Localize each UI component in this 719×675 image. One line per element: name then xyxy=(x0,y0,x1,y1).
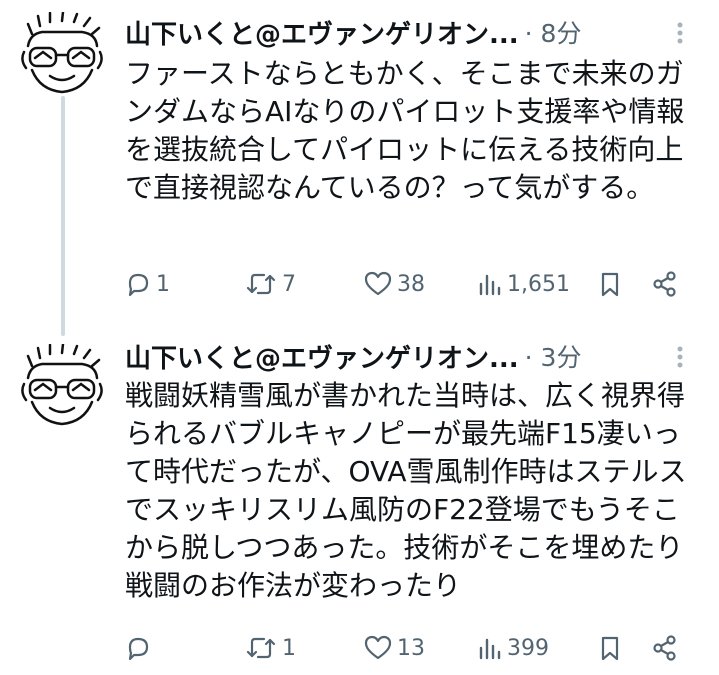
more-icon xyxy=(677,22,683,44)
tweet-2[interactable]: 山下いくと@エヴァンゲリオン... · 3分 戦闘妖精雪風が書かれた当時は、広く… xyxy=(0,330,719,675)
tweet-header: 山下いくと@エヴァンゲリオン... · 8分 xyxy=(125,12,699,52)
retweet-count: 1 xyxy=(282,635,296,661)
tweet-actions: 1 13 399 xyxy=(120,630,700,666)
reply-icon xyxy=(128,637,149,661)
reply-icon xyxy=(128,273,149,297)
views-count: 399 xyxy=(507,635,549,661)
retweet-button[interactable]: 7 xyxy=(244,266,296,302)
retweet-icon xyxy=(246,273,276,295)
author-name[interactable]: 山下いくと@エヴァンゲリオン... xyxy=(125,14,519,51)
like-icon xyxy=(364,271,392,296)
author-avatar[interactable] xyxy=(20,342,104,428)
views-icon xyxy=(479,274,501,296)
tweet-header: 山下いくと@エヴァンゲリオン... · 3分 xyxy=(125,336,699,376)
views-count: 1,651 xyxy=(507,271,570,297)
tweet-1[interactable]: 山下いくと@エヴァンゲリオン... · 8分 ファーストならともかく、そこまで未… xyxy=(0,0,719,330)
reply-button[interactable] xyxy=(124,630,156,666)
more-options-button[interactable] xyxy=(665,18,695,48)
more-options-button[interactable] xyxy=(665,342,695,372)
like-count: 13 xyxy=(397,635,425,661)
share-icon xyxy=(653,635,676,661)
share-button[interactable] xyxy=(650,630,680,666)
tweet-timestamp[interactable]: · 3分 xyxy=(525,338,582,374)
reply-count: 1 xyxy=(156,271,170,297)
like-button[interactable]: 13 xyxy=(363,630,425,666)
reply-button[interactable]: 1 xyxy=(124,266,170,302)
tweet-text: ファーストならともかく、そこまで未来のガンダムならAIなりのパイロット支援率や情… xyxy=(125,57,685,204)
views-icon xyxy=(479,638,501,660)
tweet-text: 戦闘妖精雪風が書かれた当時は、広く視界得られるバブルキャノピーが最先端F15凄い… xyxy=(125,379,687,602)
like-button[interactable]: 38 xyxy=(363,266,425,302)
views-button[interactable]: 1,651 xyxy=(477,266,570,302)
avatar-cartoon-face-icon xyxy=(21,10,103,94)
tweet-timestamp[interactable]: · 8分 xyxy=(525,14,582,50)
avatar-cartoon-face-icon xyxy=(21,342,103,426)
bookmark-icon xyxy=(601,272,619,297)
author-name[interactable]: 山下いくと@エヴァンゲリオン... xyxy=(125,338,519,375)
share-button[interactable] xyxy=(650,266,680,302)
like-icon xyxy=(364,635,392,660)
like-count: 38 xyxy=(397,271,425,297)
views-button[interactable]: 399 xyxy=(477,630,549,666)
retweet-button[interactable]: 1 xyxy=(244,630,296,666)
bookmark-button[interactable] xyxy=(596,630,624,666)
tweet-actions: 1 7 38 1,651 xyxy=(120,266,700,302)
more-icon xyxy=(677,346,683,368)
bookmark-icon xyxy=(601,636,619,661)
retweet-count: 7 xyxy=(282,271,296,297)
retweet-icon xyxy=(246,637,276,659)
share-icon xyxy=(653,271,676,297)
author-avatar[interactable] xyxy=(20,10,104,96)
bookmark-button[interactable] xyxy=(596,266,624,302)
